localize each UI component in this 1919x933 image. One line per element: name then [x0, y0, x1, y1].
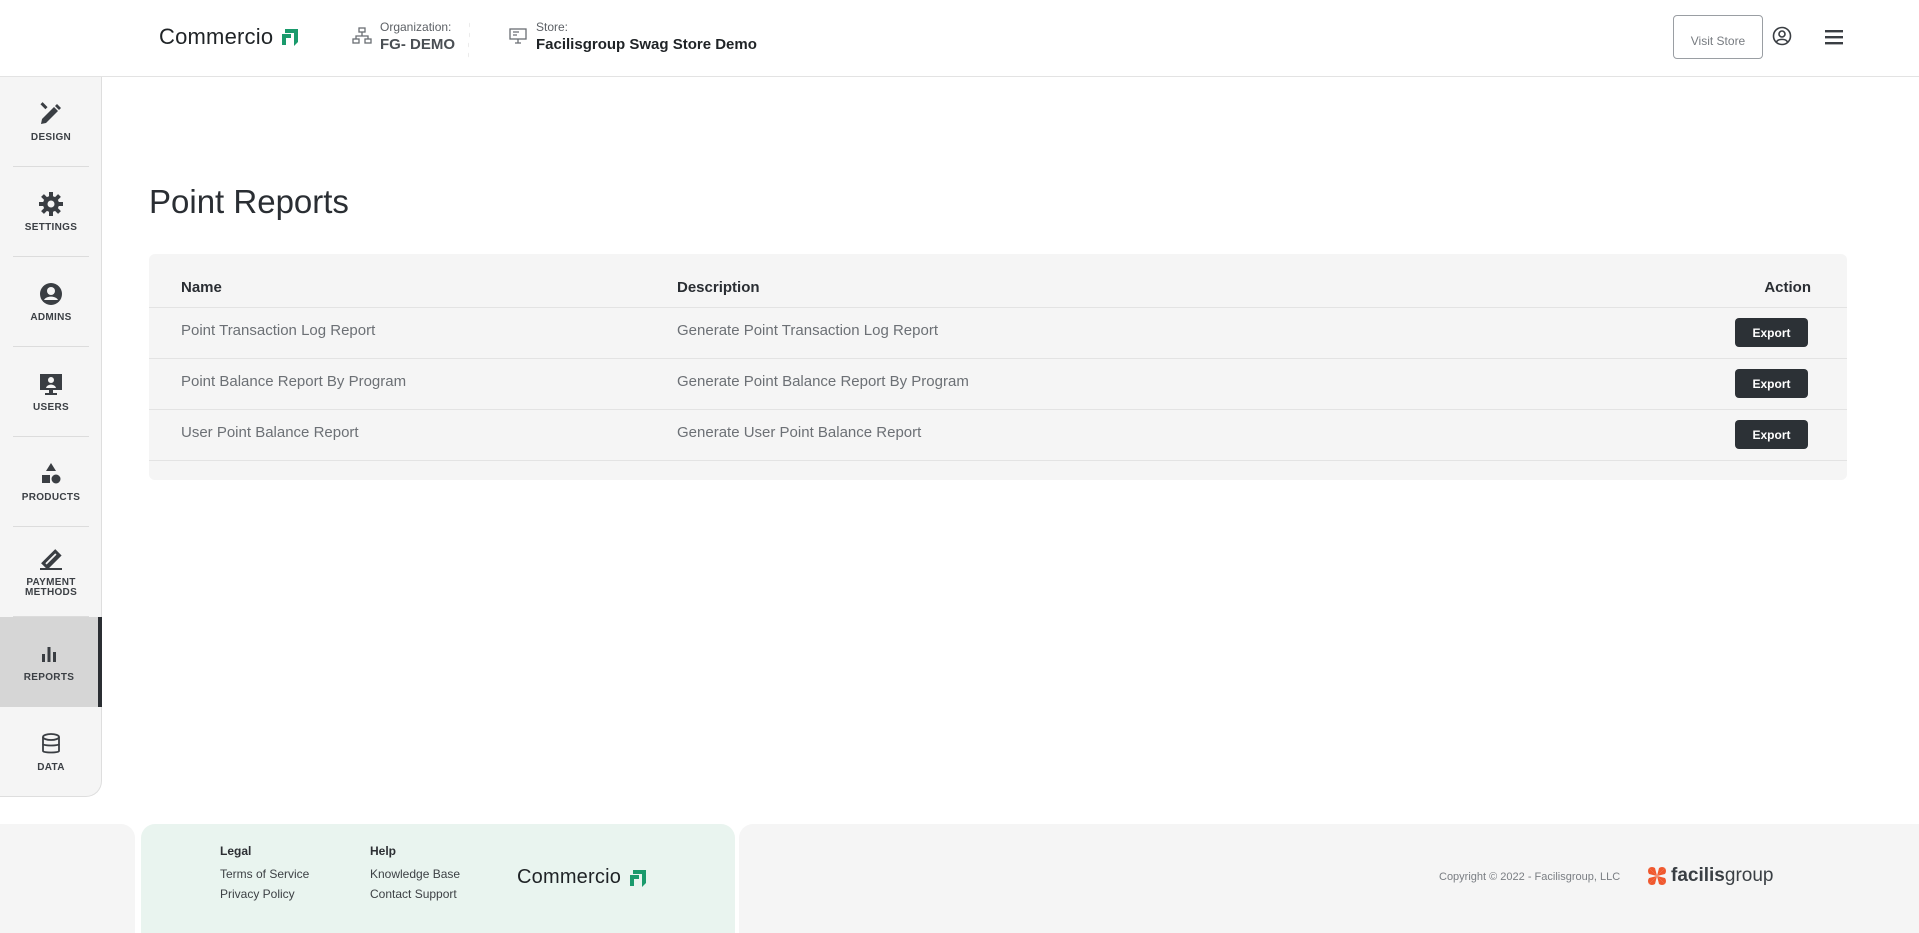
- report-name: User Point Balance Report: [181, 424, 359, 441]
- payment-icon: [40, 549, 62, 570]
- facilisgroup-mark-icon: [1648, 867, 1666, 885]
- admin-icon: [40, 283, 62, 305]
- org-chart-icon: [352, 27, 372, 44]
- footer-left-panel: [0, 824, 135, 933]
- reports-table: Name Description Action Point Transactio…: [149, 254, 1847, 480]
- store-selector[interactable]: Store: Facilisgroup Swag Store Demo: [508, 20, 757, 55]
- sidebar-item-label: PAYMENT METHODS: [24, 577, 78, 598]
- store-value: Facilisgroup Swag Store Demo: [536, 36, 757, 53]
- sidebar-item-admins[interactable]: ADMINS: [0, 257, 102, 347]
- org-value: FG- DEMO: [380, 36, 455, 53]
- export-button[interactable]: Export: [1735, 369, 1808, 398]
- sidebar-item-label: REPORTS: [23, 672, 75, 683]
- report-description: Generate Point Balance Report By Program: [677, 373, 969, 390]
- sidebar-item-label: USERS: [33, 402, 69, 413]
- report-description: Generate User Point Balance Report: [677, 424, 922, 441]
- commercio-mark-icon: [630, 869, 647, 887]
- footer-help-heading: Help: [370, 844, 397, 858]
- privacy-policy-link[interactable]: Privacy Policy: [220, 884, 309, 904]
- footer-commercio-logo: Commercio: [517, 866, 649, 889]
- brand-light: group: [1724, 865, 1774, 886]
- header-divider: [468, 20, 470, 60]
- store-monitor-icon: [509, 28, 527, 44]
- database-icon: [42, 733, 60, 754]
- copyright-text: Copyright © 2022 - Facilisgroup, LLC: [1439, 871, 1621, 883]
- footer-legal-heading: Legal: [220, 844, 252, 858]
- facilisgroup-logo: facilisgroup: [1646, 865, 1773, 887]
- sidebar-item-users[interactable]: USERS: [0, 347, 102, 437]
- footer-help-column: Help Knowledge Base Contact Support: [370, 844, 460, 904]
- sidebar-item-reports[interactable]: REPORTS: [0, 617, 102, 707]
- table-header-row: Name Description Action: [149, 254, 1847, 308]
- sidebar-item-payment-methods[interactable]: PAYMENT METHODS: [0, 527, 102, 617]
- shapes-icon: [42, 463, 61, 484]
- sidebar-nav: DESIGN SETTINGS ADMINS USERS PRODUCTS PA…: [0, 77, 102, 797]
- organization-selector[interactable]: Organization: FG- DEMO: [352, 20, 455, 55]
- design-icon: [40, 102, 61, 124]
- sidebar-item-label: SETTINGS: [24, 222, 78, 233]
- terms-of-service-link[interactable]: Terms of Service: [220, 864, 309, 884]
- brand-bold: facilis: [1671, 865, 1725, 886]
- store-label: Store:: [536, 20, 569, 34]
- users-icon: [40, 374, 62, 395]
- commercio-logo[interactable]: Commercio: [159, 24, 301, 50]
- column-header-name: Name: [181, 279, 222, 296]
- bar-chart-icon: [42, 647, 56, 662]
- report-description: Generate Point Transaction Log Report: [677, 322, 938, 339]
- sidebar-item-data[interactable]: DATA: [0, 707, 102, 797]
- column-header-description: Description: [677, 279, 760, 296]
- contact-support-link[interactable]: Contact Support: [370, 884, 460, 904]
- footer-logo-text: Commercio: [517, 866, 622, 888]
- footer-copyright-panel: Copyright © 2022 - Facilisgroup, LLC fac…: [739, 824, 1919, 933]
- org-label: Organization:: [380, 20, 452, 34]
- gear-icon: [39, 192, 63, 216]
- profile-icon[interactable]: [1772, 26, 1792, 46]
- report-name: Point Balance Report By Program: [181, 373, 407, 390]
- table-row: Point Balance Report By Program Generate…: [149, 359, 1847, 410]
- sidebar-item-label: DATA: [37, 762, 65, 773]
- export-button[interactable]: Export: [1735, 318, 1808, 347]
- sidebar-item-settings[interactable]: SETTINGS: [0, 167, 102, 257]
- footer-legal-column: Legal Terms of Service Privacy Policy: [220, 844, 309, 904]
- report-name: Point Transaction Log Report: [181, 322, 376, 339]
- visit-store-button[interactable]: Visit Store: [1673, 15, 1763, 59]
- table-row: Point Transaction Log Report Generate Po…: [149, 308, 1847, 359]
- sidebar-item-label: PRODUCTS: [21, 492, 81, 503]
- hamburger-menu-icon[interactable]: [1824, 28, 1844, 46]
- sidebar-item-label: DESIGN: [30, 132, 72, 143]
- commercio-mark-icon: [282, 29, 299, 46]
- top-header: Commercio Organization: FG- DEMO Store: …: [0, 0, 1919, 77]
- page-title: Point Reports: [149, 183, 349, 220]
- export-button[interactable]: Export: [1735, 420, 1808, 449]
- table-row: User Point Balance Report Generate User …: [149, 410, 1847, 461]
- footer-links-panel: Legal Terms of Service Privacy Policy He…: [141, 824, 735, 933]
- column-header-action: Action: [1764, 279, 1811, 296]
- facilisgroup-wordmark: facilisgroup: [1671, 865, 1773, 887]
- sidebar-item-products[interactable]: PRODUCTS: [0, 437, 102, 527]
- knowledge-base-link[interactable]: Knowledge Base: [370, 864, 460, 884]
- logo-text: Commercio: [159, 24, 274, 49]
- sidebar-item-label: ADMINS: [30, 312, 72, 323]
- sidebar-item-design[interactable]: DESIGN: [0, 77, 102, 167]
